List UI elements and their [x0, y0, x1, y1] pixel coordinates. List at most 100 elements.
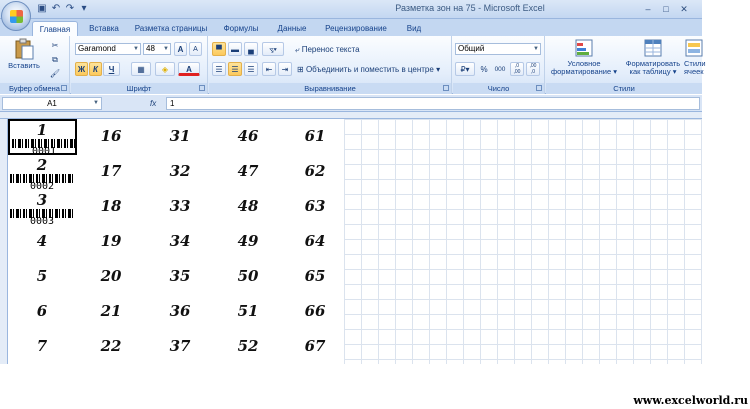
cell-value[interactable]: 37: [146, 337, 214, 355]
borders-icon[interactable]: ▦: [131, 62, 151, 76]
cell-value[interactable]: 31: [146, 127, 214, 145]
insert-function-button[interactable]: fx: [150, 97, 164, 110]
cell-value[interactable]: 32: [146, 162, 214, 180]
chevron-down-icon: ▼: [93, 100, 99, 106]
copy-icon[interactable]: ⧉: [48, 52, 62, 66]
currency-icon[interactable]: ₽▾: [455, 62, 475, 76]
column-headers[interactable]: [0, 112, 702, 119]
cell-value[interactable]: 2: [8, 156, 76, 174]
cell-value[interactable]: 3: [8, 191, 76, 209]
tab-view[interactable]: Вид: [398, 21, 430, 36]
bold-button[interactable]: Ж: [75, 62, 88, 76]
cell-value[interactable]: 65: [281, 267, 349, 285]
align-top-icon[interactable]: ▀: [212, 42, 226, 56]
cell-value[interactable]: 51: [214, 302, 282, 320]
increase-decimal-button[interactable]: ,0 ,00: [510, 62, 524, 76]
cell-value[interactable]: 17: [77, 162, 145, 180]
align-center-icon[interactable]: ☰: [228, 62, 242, 76]
increase-indent-icon[interactable]: ⇥: [278, 62, 292, 76]
dialog-launcher-icon[interactable]: [536, 85, 542, 91]
tab-data[interactable]: Данные: [270, 21, 314, 36]
cell-value[interactable]: 47: [214, 162, 282, 180]
tab-home[interactable]: Главная: [32, 21, 78, 36]
save-icon[interactable]: ▣: [36, 3, 48, 15]
cell-value[interactable]: 64: [281, 232, 349, 250]
dialog-launcher-icon[interactable]: [443, 85, 449, 91]
tab-review[interactable]: Рецензирование: [318, 21, 394, 36]
office-button[interactable]: [1, 1, 31, 31]
merge-center-button[interactable]: ⊞ Объединить и поместить в центре ▾: [296, 62, 450, 76]
fill-color-icon[interactable]: ◈: [155, 62, 175, 76]
align-right-icon[interactable]: ☰: [244, 62, 258, 76]
group-clipboard: Вставить ✂ ⧉ 🖌 Буфер обмена: [0, 36, 70, 94]
cell-value[interactable]: 61: [281, 127, 349, 145]
cell-value[interactable]: 7: [8, 337, 76, 355]
active-cell-selection[interactable]: [8, 119, 77, 155]
cell-value[interactable]: 21: [77, 302, 145, 320]
minimize-button[interactable]: –: [640, 2, 656, 16]
decrease-decimal-button[interactable]: ,00 ,0: [526, 62, 540, 76]
formula-input[interactable]: 1: [166, 97, 700, 110]
cell-value[interactable]: 67: [281, 337, 349, 355]
cell-styles-button[interactable]: Стили ячеек: [684, 38, 714, 76]
table-label-2: как таблицу ▾: [629, 67, 677, 76]
percent-button[interactable]: %: [478, 62, 490, 76]
tab-insert[interactable]: Вставка: [82, 21, 126, 36]
align-left-icon[interactable]: ☰: [212, 62, 226, 76]
grow-font-button[interactable]: A: [174, 42, 187, 56]
cell-value[interactable]: 19: [77, 232, 145, 250]
cell-value[interactable]: 16: [77, 127, 145, 145]
tab-page-layout[interactable]: Разметка страницы: [130, 21, 212, 36]
conditional-formatting-icon: [575, 39, 593, 57]
conditional-formatting-button[interactable]: Условное форматирование ▾: [546, 38, 622, 76]
dialog-launcher-icon[interactable]: [61, 85, 67, 91]
underline-button[interactable]: Ч: [103, 62, 120, 76]
redo-icon[interactable]: ↷: [64, 3, 76, 15]
cell-value[interactable]: 62: [281, 162, 349, 180]
decrease-indent-icon[interactable]: ⇤: [262, 62, 276, 76]
name-box[interactable]: A1 ▼: [2, 97, 102, 110]
shrink-font-button[interactable]: A: [189, 42, 202, 56]
format-as-table-button[interactable]: Форматировать как таблицу ▾: [622, 38, 684, 76]
cell-value[interactable]: 66: [281, 302, 349, 320]
row-headers[interactable]: [0, 119, 8, 364]
align-bottom-icon[interactable]: ▄: [244, 42, 258, 56]
cell-value[interactable]: 33: [146, 197, 214, 215]
cell-value[interactable]: 46: [214, 127, 282, 145]
number-format-select[interactable]: Общий ▼: [455, 43, 541, 55]
group-font: Garamond ▼ 48 ▼ A A Ж К Ч ▦ ◈ A Шрифт: [71, 36, 208, 94]
cell-value[interactable]: 49: [214, 232, 282, 250]
chevron-down-icon[interactable]: ▾: [78, 3, 90, 15]
cell-value[interactable]: 52: [214, 337, 282, 355]
font-size-select[interactable]: 48 ▼: [143, 43, 171, 55]
cell-value[interactable]: 18: [77, 197, 145, 215]
align-middle-icon[interactable]: ▬: [228, 42, 242, 56]
cell-value[interactable]: 50: [214, 267, 282, 285]
wrap-text-button[interactable]: ⤶ Перенос текста: [294, 42, 414, 56]
cell-value[interactable]: 35: [146, 267, 214, 285]
maximize-button[interactable]: □: [658, 2, 674, 16]
cell-value[interactable]: 4: [8, 232, 76, 250]
cut-icon[interactable]: ✂: [48, 38, 62, 52]
group-number: Общий ▼ ₽▾ % 000 ,0 ,00 ,00 ,0 Число: [453, 36, 545, 94]
thousands-button[interactable]: 000: [492, 62, 508, 76]
orientation-icon[interactable]: ⦪▾: [262, 42, 284, 56]
cell-value[interactable]: 6: [8, 302, 76, 320]
italic-button[interactable]: К: [89, 62, 102, 76]
cell-value[interactable]: 63: [281, 197, 349, 215]
format-painter-icon[interactable]: 🖌: [48, 66, 62, 80]
tab-formulas[interactable]: Формулы: [216, 21, 266, 36]
cell-value[interactable]: 34: [146, 232, 214, 250]
close-button[interactable]: ✕: [676, 2, 692, 16]
cell-value[interactable]: 20: [77, 267, 145, 285]
dialog-launcher-icon[interactable]: [199, 85, 205, 91]
group-label-number: Число: [453, 83, 544, 94]
cell-value[interactable]: 5: [8, 267, 76, 285]
cell-value[interactable]: 36: [146, 302, 214, 320]
font-name-select[interactable]: Garamond ▼: [75, 43, 141, 55]
cell-value[interactable]: 22: [77, 337, 145, 355]
undo-icon[interactable]: ↶: [50, 3, 62, 15]
cell-value[interactable]: 48: [214, 197, 282, 215]
font-color-button[interactable]: A: [178, 62, 200, 76]
paste-button[interactable]: Вставить: [4, 38, 44, 70]
